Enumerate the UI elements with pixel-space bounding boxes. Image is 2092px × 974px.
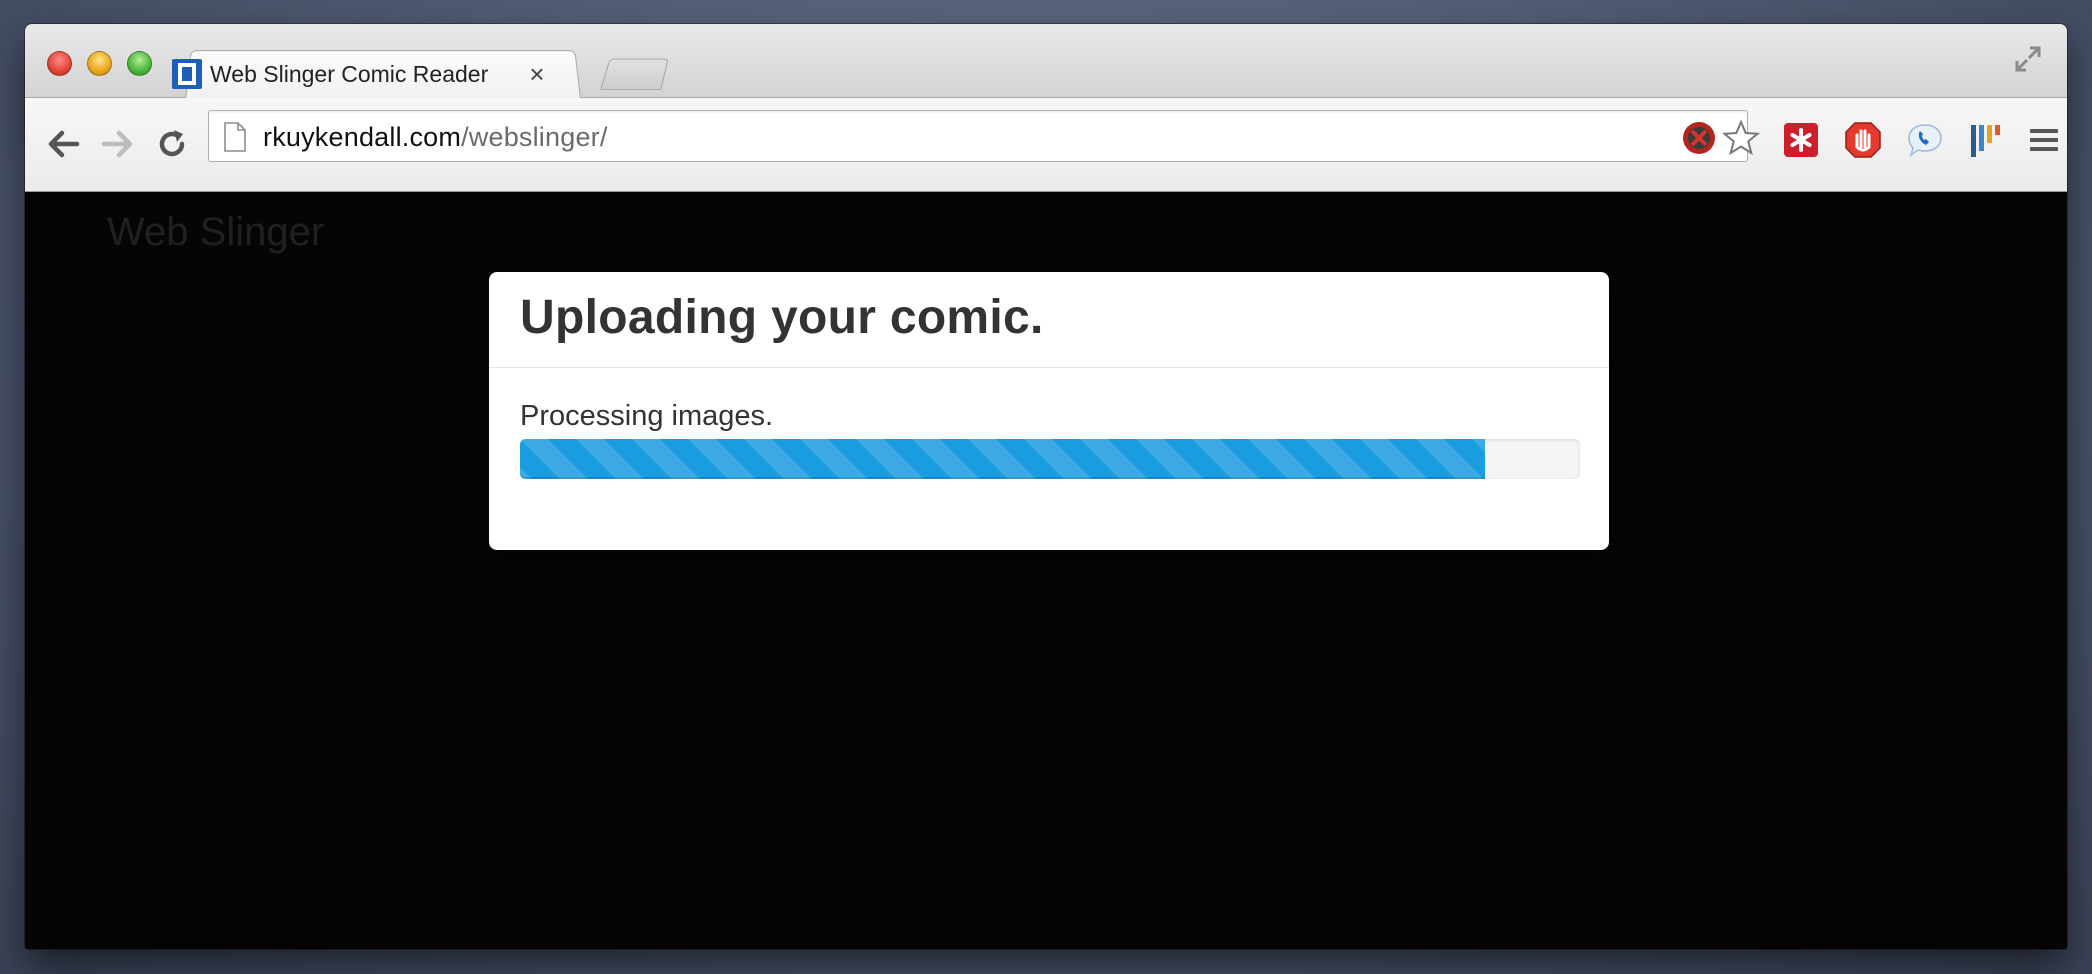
tab-close-icon[interactable]: × — [524, 61, 550, 87]
brand-title[interactable]: Web Slinger — [107, 210, 324, 255]
modal-body: Processing images. — [489, 368, 1609, 479]
phone-bubble-icon — [1908, 124, 1942, 157]
progress-bar — [520, 439, 1485, 479]
reload-button[interactable] — [154, 126, 190, 162]
url-domain: rkuykendall.com — [263, 122, 462, 152]
back-arrow-icon — [48, 130, 80, 158]
upload-modal: Uploading your comic. Processing images. — [489, 272, 1609, 550]
fullscreen-icon[interactable] — [2013, 44, 2043, 74]
browser-toolbar: rkuykendall.com/webslinger/ — [25, 98, 2067, 192]
pocket-bars-icon[interactable] — [1966, 121, 2004, 159]
close-window-button[interactable] — [47, 51, 72, 76]
minimize-window-button[interactable] — [87, 51, 112, 76]
page-content: Web Slinger Uploading your comic. Proces… — [25, 192, 2067, 949]
chrome-menu-button[interactable] — [2025, 121, 2063, 159]
progress-track — [520, 439, 1580, 479]
modal-header: Uploading your comic. — [489, 272, 1609, 368]
browser-window: Web Slinger Comic Reader × rkuykendall.c… — [25, 24, 2067, 949]
zoom-window-button[interactable] — [127, 51, 152, 76]
forward-button[interactable] — [100, 126, 136, 162]
back-button[interactable] — [45, 126, 81, 162]
stop-hand-icon — [1845, 122, 1881, 158]
modal-title: Uploading your comic. — [520, 291, 1044, 344]
adblock-disabled-icon[interactable] — [1682, 121, 1716, 155]
adblock-plus-icon[interactable] — [1844, 121, 1882, 159]
web-slinger-favicon-icon — [172, 59, 202, 89]
reload-icon — [159, 130, 185, 157]
tab-title: Web Slinger Comic Reader — [210, 60, 489, 87]
new-tab-button[interactable] — [600, 58, 669, 90]
skype-icon[interactable] — [1906, 121, 1944, 159]
url-path: /webslinger/ — [461, 122, 608, 152]
page-icon — [224, 122, 246, 152]
address-bar[interactable]: rkuykendall.com/webslinger/ — [208, 110, 1760, 162]
tab-content: Web Slinger Comic Reader × — [172, 54, 550, 94]
lastpass-asterisk-icon — [1784, 123, 1818, 157]
url-text[interactable]: rkuykendall.com/webslinger/ — [263, 122, 608, 153]
vertical-bars-icon — [1971, 125, 2000, 157]
hamburger-menu-icon — [2030, 129, 2058, 151]
bookmark-star-icon[interactable] — [1722, 119, 1760, 157]
forward-arrow-icon — [101, 130, 133, 158]
lastpass-icon[interactable] — [1782, 121, 1820, 159]
status-text: Processing images. — [520, 400, 774, 432]
